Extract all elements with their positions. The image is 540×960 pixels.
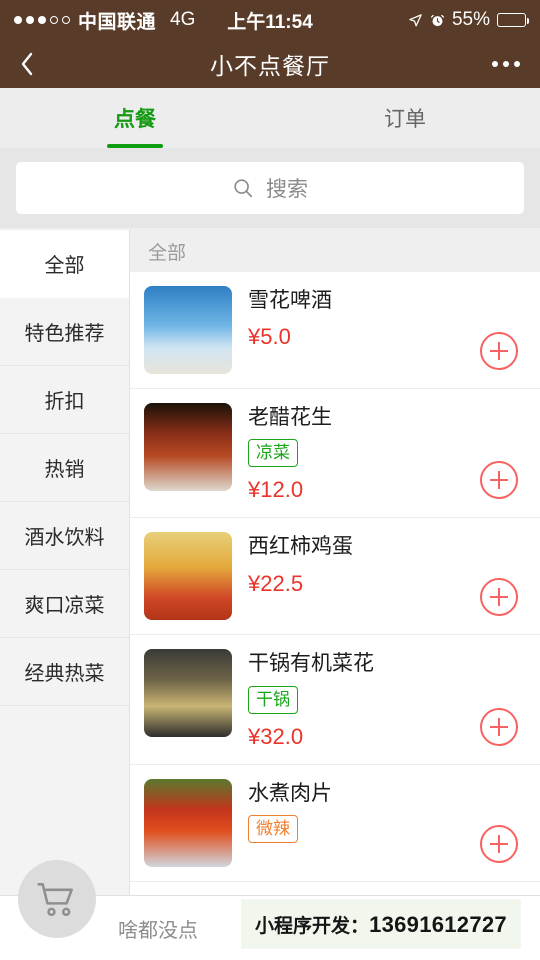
dish-row[interactable]: 雪花啤酒 ¥5.0 xyxy=(130,272,540,389)
dish-tag: 凉菜 xyxy=(248,439,298,468)
sidebar-item-4[interactable]: 酒水饮料 xyxy=(0,502,129,570)
network-type: 4G xyxy=(170,9,196,30)
battery-icon xyxy=(497,13,530,27)
sidebar-item-label: 折扣 xyxy=(44,391,85,413)
dish-thumbnail xyxy=(144,403,232,491)
shopping-cart-icon[interactable] xyxy=(18,860,96,938)
status-bar-left: 中国联通 4G xyxy=(14,7,195,34)
status-bar-right: 55% xyxy=(408,9,530,31)
battery-percent: 55% xyxy=(451,9,490,30)
dish-thumbnail xyxy=(144,532,232,621)
sidebar-item-1[interactable]: 特色推荐 xyxy=(0,298,129,366)
location-arrow-icon xyxy=(409,13,422,26)
tab-active-indicator xyxy=(107,144,163,148)
dish-row[interactable]: 老醋花生 凉菜 ¥12.0 xyxy=(130,389,540,519)
dish-row[interactable]: 水煮肉片 微辣 xyxy=(130,765,540,882)
sidebar-item-label: 热销 xyxy=(44,459,85,481)
status-bar: 中国联通 4G 上午11:54 55% xyxy=(0,0,540,40)
sidebar-item-label: 酒水饮料 xyxy=(24,527,105,549)
search-icon xyxy=(234,179,253,198)
sidebar-item-label: 全部 xyxy=(44,255,85,277)
plus-circle-icon[interactable] xyxy=(480,332,518,370)
more-horizontal-icon[interactable] xyxy=(492,61,520,67)
sidebar-item-0[interactable]: 全部 xyxy=(0,230,129,298)
sidebar-item-label: 经典热菜 xyxy=(24,663,105,685)
dish-tag: 微辣 xyxy=(248,814,298,844)
signal-strength-icon xyxy=(14,16,70,24)
dish-name: 水煮肉片 xyxy=(248,781,332,805)
search-input[interactable]: 搜索 xyxy=(16,162,524,214)
sidebar-item-label: 爽口凉菜 xyxy=(24,595,105,617)
dish-row[interactable]: 西红柿鸡蛋 ¥22.5 xyxy=(130,518,540,636)
plus-circle-icon[interactable] xyxy=(480,578,518,617)
sidebar-item-label: 特色推荐 xyxy=(24,323,105,345)
tab-orders[interactable]: 订单 xyxy=(270,88,540,148)
dish-thumbnail xyxy=(144,286,232,374)
section-header: 全部 xyxy=(130,230,540,272)
search-section: 搜索 xyxy=(0,148,540,228)
tab-order-food-label: 点餐 xyxy=(114,108,156,131)
dish-tag: 干锅 xyxy=(248,685,298,714)
promo-text: 小程序开发：13691612727 xyxy=(255,911,507,938)
tab-order-food[interactable]: 点餐 xyxy=(0,88,270,148)
sidebar-item-6[interactable]: 经典热菜 xyxy=(0,638,129,706)
page-title: 小不点餐厅 xyxy=(210,53,330,79)
dish-name: 雪花啤酒 xyxy=(248,289,332,312)
dish-name: 干锅有机菜花 xyxy=(248,652,374,676)
dish-name: 西红柿鸡蛋 xyxy=(248,535,353,559)
dish-thumbnail xyxy=(144,649,232,738)
dish-thumbnail xyxy=(144,778,232,867)
tab-orders-label: 订单 xyxy=(384,108,426,131)
carrier-name: 中国联通 xyxy=(78,11,157,33)
alarm-clock-icon xyxy=(430,14,445,26)
cart-empty-label: 啥都没点 xyxy=(118,919,198,942)
dish-name: 老醋花生 xyxy=(248,406,332,429)
chevron-left-icon[interactable] xyxy=(20,52,34,76)
search-placeholder: 搜索 xyxy=(266,178,308,201)
promo-overlay: 小程序开发：13691612727 xyxy=(242,900,520,948)
main-content: 全部特色推荐折扣热销酒水饮料爽口凉菜经典热菜 全部 雪花啤酒 ¥5.0 老醋花生凉菜… xyxy=(0,230,540,895)
plus-circle-icon[interactable] xyxy=(480,707,518,746)
dish-list[interactable]: 全部 雪花啤酒 ¥5.0 老醋花生 凉菜 ¥12.0 西红柿鸡蛋 ¥22.5 干锅有机菜花 干锅… xyxy=(130,230,540,895)
plus-circle-icon[interactable] xyxy=(480,824,518,863)
promo-label: 小程序开发： xyxy=(255,915,370,937)
sidebar-item-5[interactable]: 爽口凉菜 xyxy=(0,570,129,638)
dish-row[interactable]: 干锅有机菜花 干锅 ¥32.0 xyxy=(130,635,540,765)
category-sidebar[interactable]: 全部特色推荐折扣热销酒水饮料爽口凉菜经典热菜 xyxy=(0,230,130,895)
sidebar-item-3[interactable]: 热销 xyxy=(0,434,129,502)
promo-phone: 13691612727 xyxy=(369,911,507,937)
sidebar-item-2[interactable]: 折扣 xyxy=(0,366,129,434)
tab-bar: 点餐 订单 xyxy=(0,88,540,148)
navigation-bar: 小不点餐厅 xyxy=(0,40,540,88)
